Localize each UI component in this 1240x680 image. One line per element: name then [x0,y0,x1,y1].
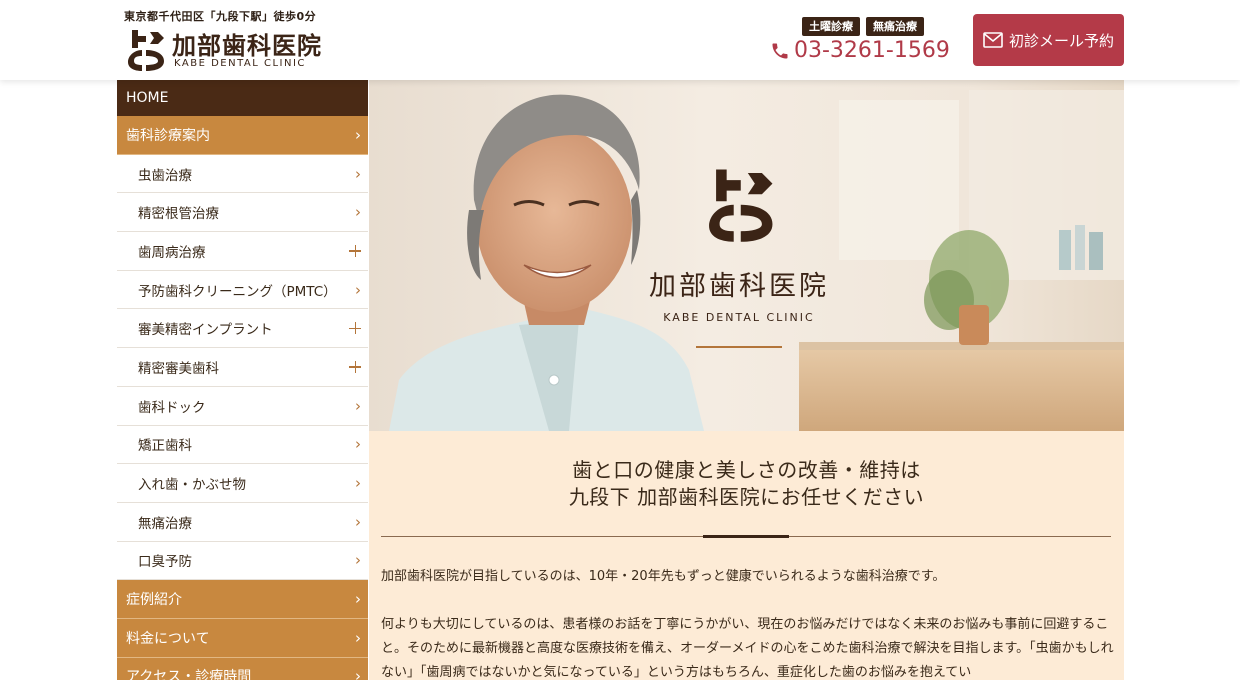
nav-sub-item-cavity[interactable]: 虫歯治療 › [117,154,368,194]
nav-pricing[interactable]: 料金について › [117,618,368,658]
nav-sub-item-label: 口臭予防 [138,554,192,571]
nav-access-hours[interactable]: アクセス・診療時間 › [117,657,368,680]
plus-icon[interactable] [349,360,361,373]
nav-sub-item-label: 審美精密インプラント [138,322,273,339]
mail-button-label: 初診メール予約 [1008,31,1114,50]
clinic-logo-icon [709,169,773,242]
logo-clinic-name: 加部歯科医院 [172,32,322,60]
intro-heading-line2: 九段下 加部歯科医院にお任せください [568,485,925,509]
nav-sub-item-orthodontics[interactable]: 矯正歯科 › [117,425,368,465]
chevron-right-icon: › [355,667,361,680]
nav-sub-item-label: 精密審美歯科 [138,360,219,377]
chevron-right-icon: › [355,125,361,144]
chevron-right-icon: › [355,396,361,415]
plus-icon[interactable] [349,244,361,257]
site-header: 東京都千代田区「九段下駅」徒歩0分 加部歯科医院 KABE DENTAL CLI… [0,0,1240,80]
plus-icon[interactable] [349,322,361,335]
hero-logo: 加部歯科医院 KABE DENTAL CLINIC [639,160,839,348]
nav-sub-item-periodontal[interactable]: 歯周病治療 [117,232,368,271]
nav-home[interactable]: HOME [117,80,368,116]
sidebar-nav: HOME 歯科診療案内 › 虫歯治療 › 精密根管治療 › 歯周病治療 予防歯科… [117,80,368,680]
nav-main-item-label: 症例紹介 [126,592,182,609]
nav-sub-item-label: 予防歯科クリーニング（PMTC） [138,283,337,300]
chevron-right-icon: › [355,203,361,222]
intro-heading-line1: 歯と口の健康と美しさの改善・維持は [572,458,921,482]
intro-body: 加部歯科医院が目指しているのは、10年・20年先もずっと健康でいられるような歯科… [381,565,1117,680]
nav-sub-item-painless[interactable]: 無痛治療 › [117,502,368,542]
site-logo[interactable]: 東京都千代田区「九段下駅」徒歩0分 加部歯科医院 KABE DENTAL CLI… [124,6,354,74]
nav-sub-item-pmtc[interactable]: 予防歯科クリーニング（PMTC） › [117,270,368,310]
mail-reservation-button[interactable]: 初診メール予約 [973,14,1124,66]
hero-clinic-name: 加部歯科医院 [649,271,829,302]
chevron-right-icon: › [355,512,361,531]
nav-sub-item-dentures[interactable]: 入れ歯・かぶせ物 › [117,464,368,503]
nav-dental-services-label: 歯科診療案内 [126,127,210,144]
nav-sub-item-label: 歯科ドック [138,399,206,416]
nav-sub-item-dental-dock[interactable]: 歯科ドック › [117,386,368,426]
nav-dental-services[interactable]: 歯科診療案内 › [117,116,368,155]
badge-painless: 無痛治療 [866,17,924,36]
clinic-logo-icon [128,30,164,71]
intro-section: 歯と口の健康と美しさの改善・維持は 九段下 加部歯科医院にお任せください 加部歯… [369,431,1124,680]
nav-main-item-label: 料金について [126,630,210,647]
nav-sub-item-halitosis[interactable]: 口臭予防 › [117,541,368,581]
chevron-right-icon: › [355,590,361,609]
intro-paragraph-2: 何よりも大切にしているのは、患者様のお話を丁寧にうかがい、現在のお悩みだけではな… [381,617,1114,680]
nav-main-item-label: アクセス・診療時間 [126,669,252,680]
nav-sub-item-label: 入れ歯・かぶせ物 [138,477,246,494]
mail-icon [983,32,1003,48]
hero-clinic-name-en: KABE DENTAL CLINIC [663,311,815,324]
phone-icon [770,41,790,61]
chevron-right-icon: › [355,435,361,454]
nav-home-label: HOME [126,90,169,106]
nav-sub-item-implant[interactable]: 審美精密インプラント [117,309,368,349]
nav-sub-item-label: 精密根管治療 [138,206,219,223]
service-badges: 土曜診療 無痛治療 [802,17,924,36]
logo-tagline: 東京都千代田区「九段下駅」徒歩0分 [124,10,317,23]
nav-sub-item-label: 無痛治療 [138,515,192,532]
chevron-right-icon: › [355,164,361,183]
phone-number: 03-3261-1569 [794,38,950,63]
intro-heading: 歯と口の健康と美しさの改善・維持は 九段下 加部歯科医院にお任せください [369,457,1124,511]
logo-clinic-name-en: KABE DENTAL CLINIC [174,58,306,69]
chevron-right-icon: › [355,280,361,299]
chevron-right-icon: › [355,551,361,570]
nav-case-studies[interactable]: 症例紹介 › [117,580,368,619]
nav-sub-item-label: 歯周病治療 [138,244,206,261]
hero-banner: 加部歯科医院 KABE DENTAL CLINIC [369,80,1124,431]
phone-link[interactable]: 03-3261-1569 [770,38,950,63]
nav-sub-item-cosmetic[interactable]: 精密審美歯科 [117,348,368,387]
nav-sub-item-label: 矯正歯科 [138,438,192,455]
hero-divider [696,346,782,348]
badge-saturday: 土曜診療 [802,17,860,36]
chevron-right-icon: › [355,628,361,647]
chevron-right-icon: › [355,474,361,493]
nav-sub-item-root-canal[interactable]: 精密根管治療 › [117,193,368,233]
intro-divider-accent [703,535,789,538]
nav-sub-item-label: 虫歯治療 [138,167,192,184]
intro-paragraph-1: 加部歯科医院が目指しているのは、10年・20年先もずっと健康でいられるような歯科… [381,569,946,584]
